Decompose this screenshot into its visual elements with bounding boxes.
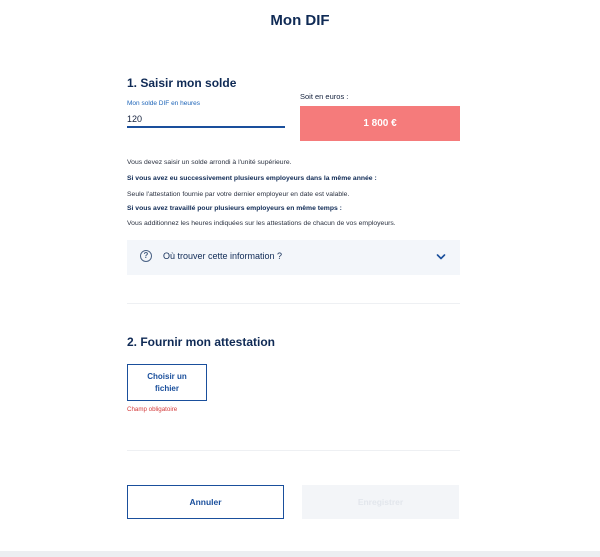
section-title-attestation: 2. Fournir mon attestation <box>127 335 276 349</box>
submit-button[interactable]: Enregistrer <box>302 485 459 519</box>
question-circle-icon: ? <box>140 250 152 262</box>
info-heading-simultaneous: Si vous avez travaillé pour plusieurs em… <box>127 205 342 212</box>
section-title-solde: 1. Saisir mon solde <box>127 76 237 90</box>
hours-input[interactable] <box>127 111 285 128</box>
hours-field-label: Mon solde DIF en heures <box>127 100 200 107</box>
accordion-label: Où trouver cette information ? <box>163 251 283 261</box>
info-text-simultaneous: Vous additionnez les heures indiquées su… <box>127 220 396 227</box>
euros-label: Soit en euros : <box>300 92 349 101</box>
cancel-button[interactable]: Annuler <box>127 485 284 519</box>
info-text-rounding: Vous devez saisir un solde arrondi à l'u… <box>127 159 292 166</box>
info-text-successive: Seule l'attestation fournie par votre de… <box>127 191 350 198</box>
info-heading-successive: Si vous avez eu successivement plusieurs… <box>127 175 377 182</box>
euros-value: 1 800 € <box>363 118 397 129</box>
page-title: Mon DIF <box>270 12 330 29</box>
required-field-error: Champ obligatoire <box>127 406 178 413</box>
bottom-bar <box>0 551 600 557</box>
where-to-find-accordion[interactable]: ? Où trouver cette information ? <box>127 240 460 275</box>
section-divider <box>127 450 460 451</box>
euros-value-display: 1 800 € <box>300 106 460 141</box>
chevron-down-icon[interactable] <box>436 252 446 262</box>
section-divider <box>127 303 460 304</box>
choose-file-button[interactable]: Choisir un fichier <box>127 364 207 401</box>
